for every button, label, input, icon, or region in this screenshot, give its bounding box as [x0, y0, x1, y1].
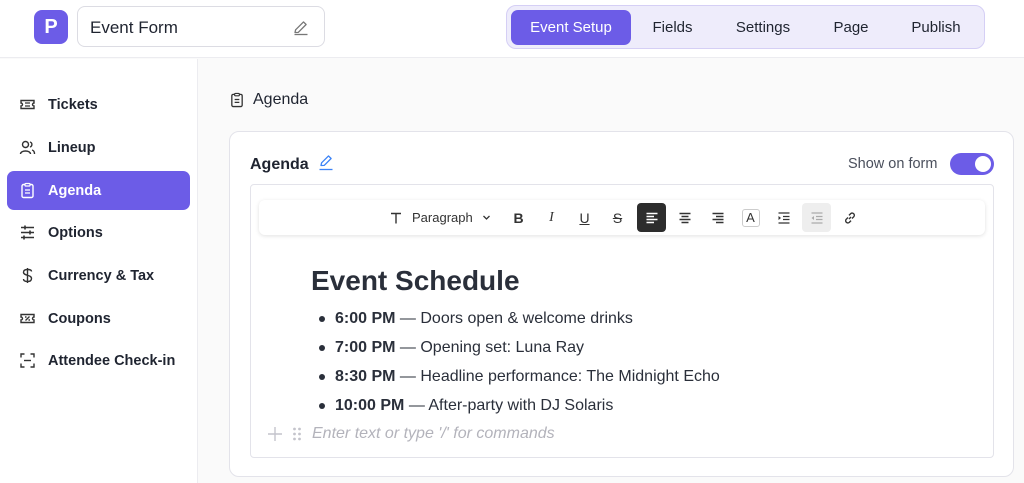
sidebar-item-label: Currency & Tax [48, 267, 155, 284]
document-heading[interactable]: Event Schedule [311, 265, 520, 297]
sidebar-item-label: Tickets [48, 96, 98, 113]
agenda-description: — Opening set: Luna Ray [395, 339, 585, 356]
sidebar-item-agenda[interactable]: Agenda [7, 171, 190, 210]
text-type-icon[interactable] [381, 203, 410, 232]
list-item[interactable]: 7:00 PM — Opening set: Luna Ray [313, 337, 720, 366]
sidebar-item-currency-tax[interactable]: Currency & Tax [7, 256, 190, 295]
tab-page[interactable]: Page [815, 10, 887, 45]
show-on-form-toggle[interactable] [950, 153, 994, 175]
form-title-text: Event Form [90, 18, 178, 37]
sidebar-item-label: Options [48, 224, 103, 241]
top-bar: P Event Form Event Setup Fields Settings… [0, 0, 1024, 58]
top-tabs: Event Setup Fields Settings Page Publish [506, 5, 985, 49]
drag-handle-icon[interactable] [292, 426, 302, 442]
plus-icon[interactable] [266, 425, 284, 443]
editor-toolbar: Paragraph B I U S A [259, 200, 985, 235]
tab-settings[interactable]: Settings [717, 10, 809, 45]
list-item[interactable]: 10:00 PM — After-party with DJ Solaris [313, 395, 720, 424]
clipboard-icon [231, 92, 243, 108]
new-block-row: Enter text or type '/' for commands [266, 425, 555, 443]
paragraph-style-label: Paragraph [412, 210, 473, 225]
italic-icon[interactable]: I [537, 203, 566, 232]
agenda-field-label: Agenda [250, 156, 309, 173]
scan-icon [19, 352, 36, 369]
edit-label-icon[interactable] [318, 153, 334, 171]
sidebar-item-attendee-check-in[interactable]: Attendee Check-in [7, 341, 190, 380]
rich-text-editor[interactable]: Paragraph B I U S A Event Schedule 6:00 … [250, 184, 994, 458]
chevron-down-icon [482, 215, 490, 220]
list-item[interactable]: 8:30 PM — Headline performance: The Midn… [313, 366, 720, 395]
sidebar-item-coupons[interactable]: Coupons [7, 299, 190, 338]
sidebar-item-label: Agenda [48, 182, 102, 199]
pencil-icon[interactable] [292, 18, 310, 36]
app-logo[interactable]: P [34, 10, 68, 44]
text-color-icon[interactable]: A [736, 203, 765, 232]
tab-publish[interactable]: Publish [893, 10, 979, 45]
section-title: Agenda [253, 91, 309, 108]
agenda-time: 6:00 PM [335, 310, 396, 327]
editor-placeholder[interactable]: Enter text or type '/' for commands [312, 425, 555, 443]
align-center-icon[interactable] [670, 203, 699, 232]
sidebar: Tickets Lineup Agenda Options Currency &… [0, 59, 198, 483]
bold-icon[interactable]: B [504, 203, 533, 232]
underline-icon[interactable]: U [570, 203, 599, 232]
tab-fields[interactable]: Fields [635, 10, 710, 45]
sidebar-item-label: Lineup [48, 139, 96, 156]
indent-icon[interactable] [769, 203, 798, 232]
show-on-form-label: Show on form [848, 156, 938, 172]
sidebar-item-label: Attendee Check-in [48, 352, 176, 369]
agenda-description: — Doors open & welcome drinks [395, 310, 633, 327]
sliders-icon [19, 224, 36, 241]
ticket-icon [19, 96, 36, 113]
section-header: Agenda [229, 91, 308, 109]
outdent-icon[interactable] [802, 203, 831, 232]
agenda-description: — After-party with DJ Solaris [404, 397, 614, 414]
coupon-icon [19, 310, 36, 327]
agenda-card: Agenda Show on form Paragraph B I U S A … [229, 131, 1014, 477]
agenda-time: 8:30 PM [335, 368, 396, 385]
agenda-time: 7:00 PM [335, 339, 396, 356]
clipboard-icon [19, 182, 36, 199]
sidebar-item-options[interactable]: Options [7, 213, 190, 252]
list-item[interactable]: 6:00 PM — Doors open & welcome drinks [313, 308, 720, 337]
agenda-list: 6:00 PM — Doors open & welcome drinks 7:… [313, 308, 720, 424]
sidebar-item-tickets[interactable]: Tickets [7, 85, 190, 124]
tab-event-setup[interactable]: Event Setup [511, 10, 631, 45]
strikethrough-icon[interactable]: S [603, 203, 632, 232]
align-left-icon[interactable] [637, 203, 666, 232]
sidebar-item-label: Coupons [48, 310, 111, 327]
agenda-description: — Headline performance: The Midnight Ech… [395, 368, 720, 385]
sidebar-item-lineup[interactable]: Lineup [7, 128, 190, 167]
toggle-knob [975, 156, 991, 172]
paragraph-style-select[interactable]: Paragraph [412, 203, 491, 232]
agenda-time: 10:00 PM [335, 397, 405, 414]
users-icon [19, 139, 36, 156]
link-icon[interactable] [835, 203, 864, 232]
form-title-field[interactable]: Event Form [77, 6, 325, 47]
dollar-icon [19, 267, 36, 284]
align-right-icon[interactable] [703, 203, 732, 232]
